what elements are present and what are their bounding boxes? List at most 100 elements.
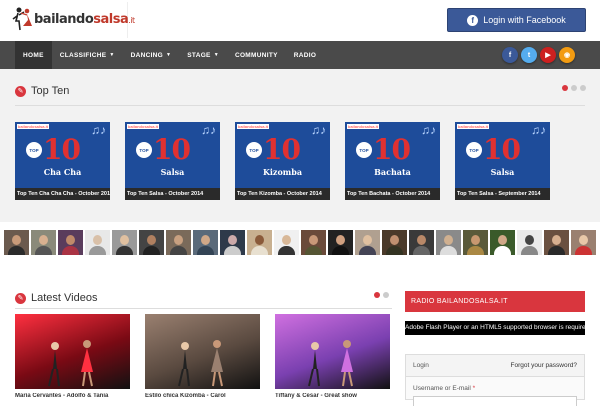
card-caption[interactable]: Top Ten Salsa - September 2014 xyxy=(455,188,550,200)
member-avatar[interactable] xyxy=(490,230,515,255)
top-ten-card[interactable]: bailandosalsa.it ♫♪ TOP 10 Cha Cha Top Ten Ch… xyxy=(15,122,110,200)
video-thumbnail[interactable] xyxy=(145,314,260,389)
music-notes-icon: ♫♪ xyxy=(531,123,546,137)
video-item[interactable]: Maria Cervantes - Adolfo & Tania xyxy=(15,314,130,400)
music-notes-icon: ♫♪ xyxy=(421,123,436,137)
social-links: f t ▶ ◉ xyxy=(502,47,575,63)
member-avatar[interactable] xyxy=(382,230,407,255)
member-avatar[interactable] xyxy=(58,230,83,255)
nav-item-community[interactable]: COMMUNITY xyxy=(227,41,286,69)
card-caption[interactable]: Top Ten Cha Cha Cha - October 2014 xyxy=(15,188,110,200)
video-carousel-dots xyxy=(374,292,389,298)
card-caption[interactable]: Top Ten Bachata - October 2014 xyxy=(345,188,440,200)
member-avatar[interactable] xyxy=(301,230,326,255)
member-avatar[interactable] xyxy=(517,230,542,255)
nav-item-label: STAGE xyxy=(187,51,211,59)
nav-item-radio[interactable]: RADIO xyxy=(286,41,324,69)
forgot-password-link[interactable]: Forgot your password? xyxy=(511,362,577,369)
card-brand: bailandosalsa.it xyxy=(347,124,380,129)
top-badge: TOP xyxy=(26,142,42,158)
nav-item-label: CLASSIFICHE xyxy=(59,51,107,59)
youtube-icon[interactable]: ▶ xyxy=(540,47,556,63)
card-brand: bailandosalsa.it xyxy=(237,124,270,129)
top-ten-thumbnail: bailandosalsa.it ♫♪ TOP 10 Salsa xyxy=(455,122,550,188)
member-avatar[interactable] xyxy=(355,230,380,255)
rss-icon[interactable]: ◉ xyxy=(559,47,575,63)
username-label: Username or E-mail * xyxy=(413,385,476,392)
top-ten-thumbnail: bailandosalsa.it ♫♪ TOP 10 Kizomba xyxy=(235,122,330,188)
nav-item-label: RADIO xyxy=(293,51,317,59)
site-header: bailandosalsa.it f Login with Facebook xyxy=(0,0,600,40)
card-genre: Cha Cha xyxy=(43,167,82,177)
member-avatar[interactable] xyxy=(112,230,137,255)
member-avatar[interactable] xyxy=(85,230,110,255)
top-badge: TOP xyxy=(466,142,482,158)
member-avatar[interactable] xyxy=(571,230,596,255)
carousel-dot[interactable] xyxy=(571,85,577,91)
nav-item-label: HOME xyxy=(23,51,44,59)
card-genre: Kizomba xyxy=(262,167,303,177)
divider xyxy=(15,308,392,309)
card-caption[interactable]: Top Ten Salsa - October 2014 xyxy=(125,188,220,200)
video-thumbnail[interactable] xyxy=(15,314,130,389)
top-ten-title: Top Ten xyxy=(31,85,70,97)
top-ten-card[interactable]: bailandosalsa.it ♫♪ TOP 10 Salsa Top Ten Sals… xyxy=(455,122,550,200)
member-avatar[interactable] xyxy=(328,230,353,255)
login-title: Login xyxy=(413,362,429,369)
flash-notice: Adobe Flash Player or an HTML5 supported… xyxy=(405,321,585,335)
top-ten-card[interactable]: bailandosalsa.it ♫♪ TOP 10 Kizomba Top Ten Ki… xyxy=(235,122,330,200)
facebook-icon[interactable]: f xyxy=(502,47,518,63)
music-notes-icon: ♫♪ xyxy=(201,123,216,137)
card-number: 10 xyxy=(263,133,301,166)
video-caption[interactable]: Tiffany & Cesar - Great show xyxy=(275,393,390,399)
member-avatar[interactable] xyxy=(544,230,569,255)
chevron-down-icon: ▼ xyxy=(213,52,219,58)
video-caption[interactable]: Maria Cervantes - Adolfo & Tania xyxy=(15,393,130,399)
member-avatar[interactable] xyxy=(166,230,191,255)
video-item[interactable]: Estilo chica Kizomba - Carol xyxy=(145,314,260,400)
member-avatar[interactable] xyxy=(220,230,245,255)
card-genre: Salsa xyxy=(160,167,185,177)
member-avatar[interactable] xyxy=(463,230,488,255)
top-ten-heading: ✎ Top Ten xyxy=(15,85,69,97)
nav-item-stage[interactable]: STAGE ▼ xyxy=(179,41,227,69)
login-header: Login Forgot your password? xyxy=(406,355,584,377)
top-ten-thumbnail: bailandosalsa.it ♫♪ TOP 10 Cha Cha xyxy=(15,122,110,188)
member-avatar[interactable] xyxy=(139,230,164,255)
carousel-dot[interactable] xyxy=(580,85,586,91)
nav-item-home[interactable]: HOME xyxy=(15,41,52,69)
member-avatar[interactable] xyxy=(4,230,29,255)
music-notes-icon: ♫♪ xyxy=(91,123,106,137)
carousel-dot[interactable] xyxy=(562,85,568,91)
member-avatar[interactable] xyxy=(274,230,299,255)
member-avatar[interactable] xyxy=(31,230,56,255)
logo[interactable]: bailandosalsa.it xyxy=(6,2,135,38)
top-ten-card[interactable]: bailandosalsa.it ♫♪ TOP 10 Bachata Top Ten Ba… xyxy=(345,122,440,200)
member-avatar[interactable] xyxy=(193,230,218,255)
top-ten-card[interactable]: bailandosalsa.it ♫♪ TOP 10 Salsa Top Ten Sals… xyxy=(125,122,220,200)
video-thumbnail[interactable] xyxy=(275,314,390,389)
member-avatar[interactable] xyxy=(247,230,272,255)
member-avatar[interactable] xyxy=(436,230,461,255)
member-avatar[interactable] xyxy=(409,230,434,255)
nav-item-classifiche[interactable]: CLASSIFICHE ▼ xyxy=(52,41,123,69)
top-ten-thumbnail: bailandosalsa.it ♫♪ TOP 10 Bachata xyxy=(345,122,440,188)
card-number: 10 xyxy=(43,133,81,166)
twitter-icon[interactable]: t xyxy=(521,47,537,63)
video-caption[interactable]: Estilo chica Kizomba - Carol xyxy=(145,393,260,399)
username-input[interactable] xyxy=(413,396,577,406)
top-ten-thumbnail: bailandosalsa.it ♫♪ TOP 10 Salsa xyxy=(125,122,220,188)
dancer-icon xyxy=(12,6,34,32)
carousel-dot[interactable] xyxy=(383,292,389,298)
carousel-dot[interactable] xyxy=(374,292,380,298)
video-item[interactable]: Tiffany & Cesar - Great show xyxy=(275,314,390,400)
nav-item-dancing[interactable]: DANCING ▼ xyxy=(123,41,180,69)
card-caption[interactable]: Top Ten Kizomba - October 2014 xyxy=(235,188,330,200)
latest-videos-heading: ✎ Latest Videos xyxy=(15,292,97,304)
card-number: 10 xyxy=(483,133,521,166)
top-badge: TOP xyxy=(356,142,372,158)
music-notes-icon: ♫♪ xyxy=(311,123,326,137)
chevron-down-icon: ▼ xyxy=(166,52,172,58)
card-genre: Bachata xyxy=(374,167,411,177)
login-facebook-button[interactable]: f Login with Facebook xyxy=(447,8,586,32)
